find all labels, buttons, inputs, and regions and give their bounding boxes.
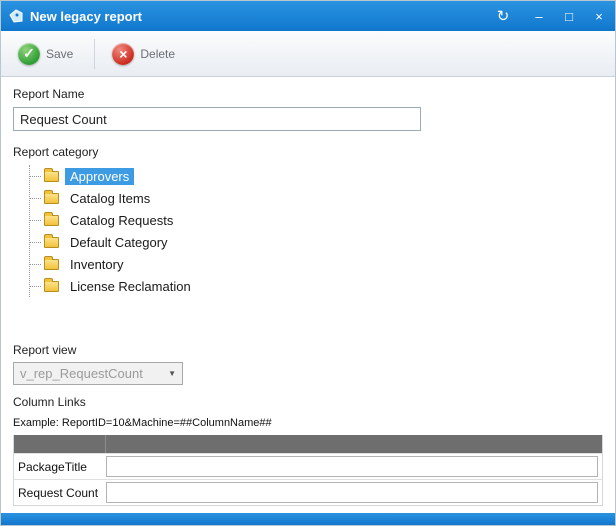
close-icon[interactable]: × xyxy=(591,10,607,23)
refresh-icon[interactable]: ↻ xyxy=(495,9,511,24)
chevron-down-icon: ▼ xyxy=(168,369,176,378)
toolbar: ✓ Save × Delete xyxy=(1,31,615,77)
titlebar: New legacy report ↻ – □ × xyxy=(1,1,615,31)
header-cell-label-column xyxy=(14,435,106,453)
tree-item-label: Catalog Items xyxy=(65,190,155,207)
report-name-input[interactable] xyxy=(13,107,421,131)
request-count-link-input[interactable] xyxy=(106,482,598,503)
report-view-dropdown[interactable]: v_rep_RequestCount ▼ xyxy=(13,362,183,385)
folder-icon xyxy=(44,237,59,248)
report-icon xyxy=(9,9,23,23)
tree-item-approvers[interactable]: Approvers xyxy=(30,165,603,187)
column-links-header xyxy=(14,435,602,453)
report-view-selected-value: v_rep_RequestCount xyxy=(20,366,168,381)
delete-button[interactable]: × Delete xyxy=(105,38,186,70)
delete-button-label: Delete xyxy=(140,47,175,61)
tree-item-catalog-requests[interactable]: Catalog Requests xyxy=(30,209,603,231)
tree-item-label: Default Category xyxy=(65,234,173,251)
column-link-row-request-count: Request Count xyxy=(14,479,602,505)
window-footer xyxy=(1,513,615,525)
tree-item-catalog-items[interactable]: Catalog Items xyxy=(30,187,603,209)
folder-icon xyxy=(44,259,59,270)
window-controls: ↻ – □ × xyxy=(495,9,607,24)
delete-x-icon: × xyxy=(112,43,134,65)
report-name-label: Report Name xyxy=(13,87,603,101)
report-view-label: Report view xyxy=(13,343,603,357)
window-title: New legacy report xyxy=(30,9,495,24)
report-category-label: Report category xyxy=(13,145,603,159)
tree-item-label: Approvers xyxy=(65,168,134,185)
maximize-icon[interactable]: □ xyxy=(561,10,577,23)
column-links-example: Example: ReportID=10&Machine=##ColumnNam… xyxy=(13,417,603,429)
save-button-label: Save xyxy=(46,47,73,61)
column-links-table: PackageTitle Request Count xyxy=(13,435,603,506)
save-button[interactable]: ✓ Save xyxy=(11,38,84,70)
folder-icon xyxy=(44,171,59,182)
tree-item-label: Inventory xyxy=(65,256,128,273)
dialog-window: New legacy report ↻ – □ × ✓ Save × Delet… xyxy=(0,0,616,526)
category-tree: Approvers Catalog Items Catalog Requests… xyxy=(29,165,603,297)
dialog-body: Report Name Report category Approvers Ca… xyxy=(1,77,615,513)
minimize-icon[interactable]: – xyxy=(531,10,547,23)
tree-item-label: Catalog Requests xyxy=(65,212,178,229)
folder-icon xyxy=(44,215,59,226)
folder-icon xyxy=(44,281,59,292)
column-link-label: PackageTitle xyxy=(14,460,106,474)
header-cell-value-column xyxy=(106,435,602,453)
tree-item-default-category[interactable]: Default Category xyxy=(30,231,603,253)
tree-item-label: License Reclamation xyxy=(65,278,196,295)
column-links-label: Column Links xyxy=(13,395,603,409)
tree-item-inventory[interactable]: Inventory xyxy=(30,253,603,275)
toolbar-separator xyxy=(94,39,95,69)
packagetitle-link-input[interactable] xyxy=(106,456,598,477)
save-check-icon: ✓ xyxy=(18,43,40,65)
folder-icon xyxy=(44,193,59,204)
tree-item-license-reclamation[interactable]: License Reclamation xyxy=(30,275,603,297)
column-link-label: Request Count xyxy=(14,486,106,500)
column-link-row-packagetitle: PackageTitle xyxy=(14,453,602,479)
